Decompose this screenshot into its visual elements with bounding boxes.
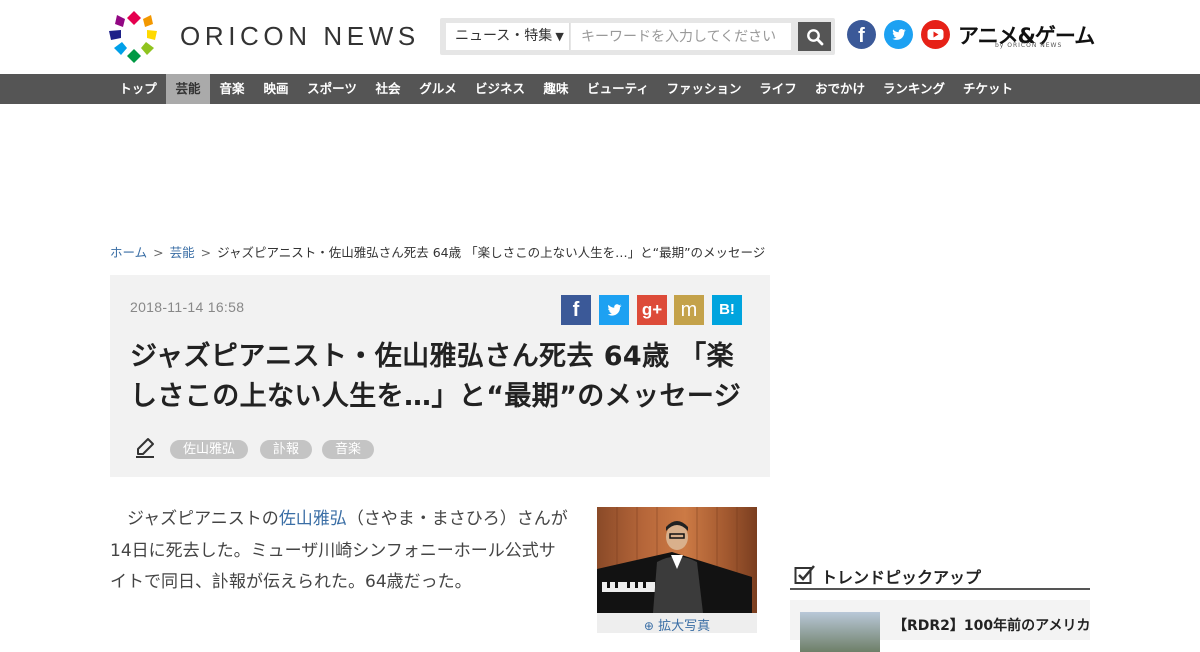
- share-hatena-button[interactable]: B!: [712, 295, 742, 325]
- youtube-icon: [927, 29, 944, 40]
- article-header: 2018-11-14 16:58 f g+ m B! ジャズピアニスト・佐山雅弘…: [110, 275, 770, 477]
- nav-item-ticket[interactable]: チケット: [954, 74, 1022, 104]
- search-icon: [806, 28, 823, 45]
- category-nav: トップ 芸能 音楽 映画 スポーツ 社会 グルメ ビジネス 趣味 ビューティ フ…: [0, 74, 1200, 104]
- article-date: 2018-11-14 16:58: [130, 299, 245, 315]
- site-logo-text[interactable]: ORICON NEWS: [180, 21, 420, 52]
- breadcrumb-category[interactable]: 芸能: [170, 245, 195, 260]
- nav-item-gourmet[interactable]: グルメ: [410, 74, 466, 104]
- nav-item-sports[interactable]: スポーツ: [298, 74, 366, 104]
- nav-item-movie[interactable]: 映画: [254, 74, 298, 104]
- pianist-photo-image: [597, 507, 752, 613]
- trend-item-title: 【RDR2】100年前のアメリカ: [893, 618, 1091, 634]
- twitter-icon: [892, 29, 906, 40]
- site-header: ORICON NEWS ニュース・特集▼ f アニメ&ゲーム by ORICON…: [0, 0, 1200, 74]
- zoom-icon: ⊕: [643, 619, 654, 633]
- trend-pickup-title: トレンドピックアップ: [821, 568, 982, 587]
- breadcrumb: ホーム > 芸能 > ジャズピアニスト・佐山雅弘さん死去 64歳 「楽しさこの上ない人生…: [110, 242, 765, 261]
- oricon-logo-icon[interactable]: [108, 10, 160, 64]
- pencil-tag-icon: [136, 438, 154, 458]
- facebook-icon: f: [572, 299, 580, 321]
- share-mixi-button[interactable]: m: [674, 295, 704, 325]
- nav-item-life[interactable]: ライフ: [750, 74, 806, 104]
- googleplus-icon: g+: [641, 300, 663, 319]
- trend-pickup-header: トレンドピックアップ: [790, 562, 1090, 590]
- breadcrumb-separator: >: [153, 245, 164, 260]
- search-input[interactable]: [571, 23, 791, 50]
- breadcrumb-home[interactable]: ホーム: [110, 245, 147, 260]
- twitter-icon: [607, 304, 622, 316]
- tag-item[interactable]: 訃報: [260, 440, 313, 459]
- breadcrumb-current: ジャズピアニスト・佐山雅弘さん死去 64歳 「楽しさこの上ない人生を…」と“最期…: [217, 245, 766, 260]
- article-body: ジャズピアニストの佐山雅弘（さやま・まさひろ）さんが14日に死去した。ミューザ川…: [110, 504, 570, 599]
- nav-item-outing[interactable]: おでかけ: [806, 74, 874, 104]
- search-button[interactable]: [798, 22, 831, 51]
- tag-item[interactable]: 音楽: [322, 440, 375, 459]
- mixi-icon: m: [680, 299, 698, 321]
- nav-item-hobby[interactable]: 趣味: [534, 74, 578, 104]
- trend-item[interactable]: 【RDR2】100年前のアメリカ: [790, 600, 1091, 652]
- header-facebook-button[interactable]: f: [847, 20, 876, 49]
- photo-zoom-label: 拡大写真: [658, 619, 711, 634]
- nav-item-fashion[interactable]: ファッション: [658, 74, 750, 104]
- header-twitter-button[interactable]: [884, 20, 913, 49]
- nav-item-music[interactable]: 音楽: [210, 74, 254, 104]
- nav-item-entertainment[interactable]: 芸能: [166, 74, 210, 104]
- article-body-prefix: ジャズピアニストの: [127, 509, 279, 529]
- share-googleplus-button[interactable]: g+: [637, 295, 667, 325]
- anime-game-link-sub: by ORICON NEWS: [995, 42, 1063, 49]
- breadcrumb-separator: >: [200, 245, 212, 260]
- person-link[interactable]: 佐山雅弘: [279, 509, 347, 529]
- search-category-label: ニュース・特集: [455, 28, 553, 44]
- tag-item[interactable]: 佐山雅弘: [170, 440, 249, 459]
- chevron-down-icon: ▼: [555, 30, 564, 43]
- nav-item-top[interactable]: トップ: [110, 74, 166, 104]
- facebook-icon: f: [858, 25, 865, 47]
- article-title: ジャズピアニスト・佐山雅弘さん死去 64歳 「楽しさこの上ない人生を…」と“最期…: [130, 341, 742, 412]
- hatena-bookmark-icon: B!: [719, 301, 735, 318]
- search-bar: ニュース・特集 ▼: [440, 18, 835, 55]
- nav-item-ranking[interactable]: ランキング: [874, 74, 954, 104]
- search-category-select[interactable]: ニュース・特集 ▼: [446, 23, 570, 50]
- nav-item-beauty[interactable]: ビューティ: [578, 74, 658, 104]
- trend-item-thumbnail: [800, 612, 880, 652]
- share-twitter-button[interactable]: [599, 295, 629, 325]
- share-facebook-button[interactable]: f: [561, 295, 591, 325]
- checkbox-icon: [794, 565, 815, 584]
- photo-zoom-link[interactable]: ⊕ 拡大写真: [597, 613, 757, 634]
- article-photo[interactable]: [597, 507, 757, 613]
- header-youtube-button[interactable]: [921, 20, 950, 49]
- nav-item-society[interactable]: 社会: [366, 74, 410, 104]
- nav-item-business[interactable]: ビジネス: [466, 74, 534, 104]
